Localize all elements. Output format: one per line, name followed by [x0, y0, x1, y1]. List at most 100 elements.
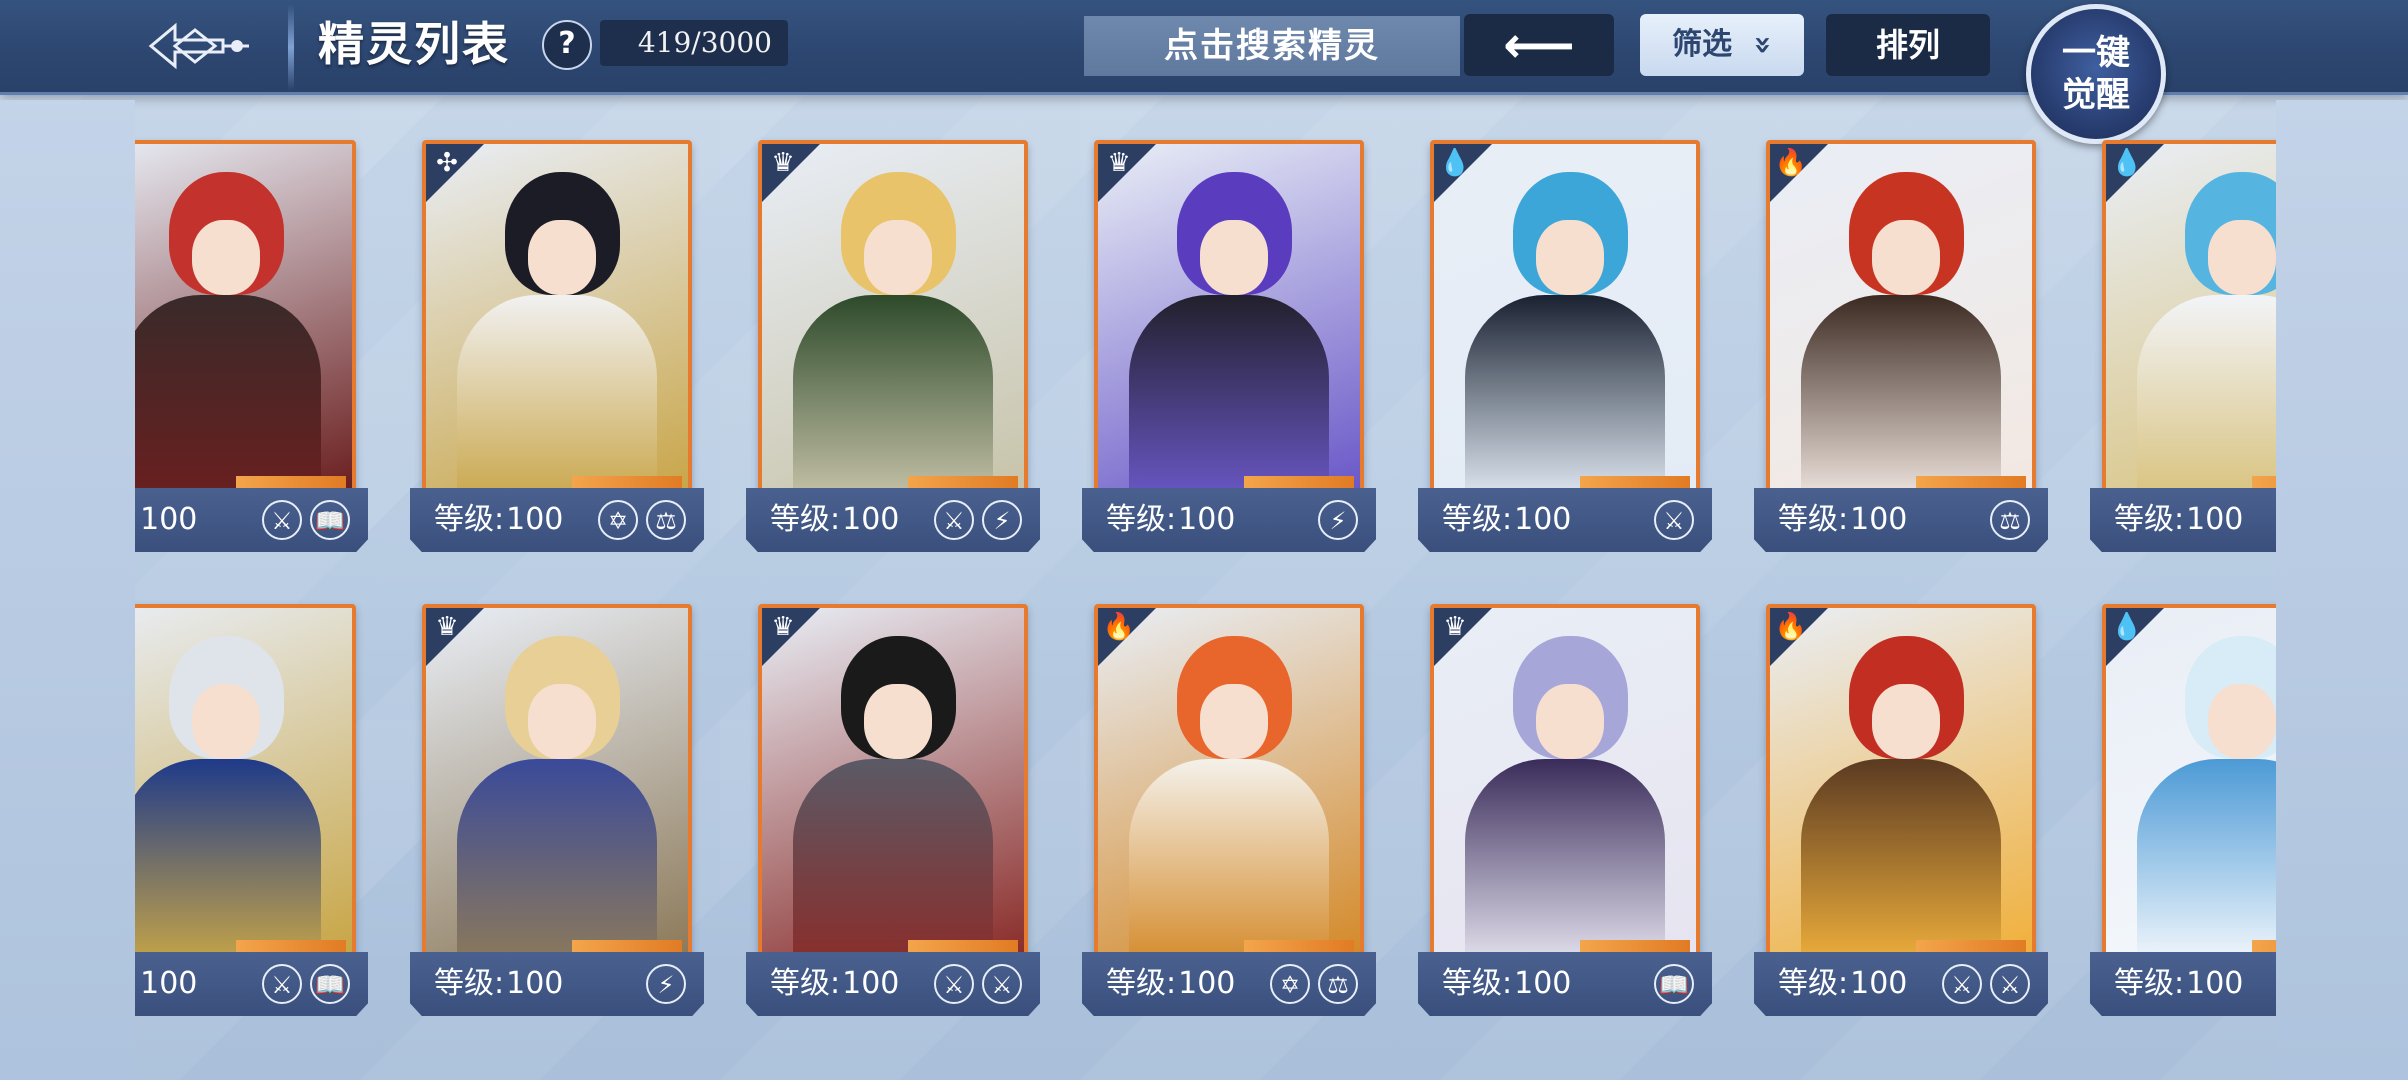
portrait-body [121, 759, 321, 952]
shadow-icon: ♛ [771, 612, 795, 642]
card-info-bar: 等级:100 ⚔ ⚔ [1754, 952, 2048, 1016]
water-icon: 💧 [2110, 148, 2144, 178]
class-icon: ⚡ [982, 500, 1022, 540]
back-crest-icon [148, 22, 249, 70]
filter-label: 筛选 [1672, 27, 1733, 62]
level-text: 等级:100 [1778, 496, 1907, 544]
portrait-face [192, 683, 261, 760]
level-text: 等级:100 [1106, 960, 1235, 1008]
card-frame: ♛ [1430, 604, 1700, 956]
class-icons: ⚔ ⚔ [934, 958, 1022, 1010]
card-frame: ✣ [422, 140, 692, 492]
card-info-bar: 等级:100 ⚡ [410, 952, 704, 1016]
portrait-body [1465, 759, 1665, 952]
class-icon: ⚡ [646, 964, 686, 1004]
level-value: 100 [1514, 966, 1572, 1001]
rarity-strip [1244, 940, 1354, 952]
portrait-face [864, 219, 933, 296]
card-frame: 💧 [1430, 140, 1700, 492]
card-info-bar: 等级:100 ⚔ ⚡ [746, 488, 1040, 552]
class-icon: ⚔ [934, 500, 974, 540]
portrait-body [457, 759, 657, 952]
help-button[interactable]: ? [542, 20, 592, 70]
portrait-face [2208, 219, 2277, 296]
spirit-card[interactable]: ✣ 等级:100 ✡ ⚖ [410, 140, 704, 558]
rarity-strip [572, 476, 682, 488]
sort-button[interactable]: 排列 [1826, 14, 1990, 76]
portrait-face [2208, 683, 2277, 760]
search-input[interactable]: 点击搜索精灵 [1084, 16, 1460, 76]
card-frame: 🔥 [1766, 140, 2036, 492]
card-frame: ♛ [422, 604, 692, 956]
card-info-bar: 等级:100 ✡ ⚖ [410, 488, 704, 552]
portrait-face [1200, 219, 1269, 296]
level-label: 等级: [1778, 502, 1849, 537]
page-title: 精灵列表 [318, 17, 510, 71]
rarity-strip [236, 476, 346, 488]
class-icon: ⚖ [1318, 964, 1358, 1004]
card-frame: ♛ [758, 140, 1028, 492]
card-info-bar: 等级:100 ✡ ⚖ [1082, 952, 1376, 1016]
spirit-card[interactable]: 🔥 等级:100 ⚔ ⚔ [1754, 604, 2048, 1022]
level-label: 等级: [434, 966, 505, 1001]
level-text: 等级:100 [1442, 496, 1571, 544]
class-icons: ⚡ [646, 958, 686, 1010]
level-value: 100 [1178, 502, 1236, 537]
back-button[interactable] [140, 10, 260, 82]
shadow-icon: ♛ [771, 148, 795, 178]
level-text: 等级:100 [2114, 496, 2243, 544]
portrait-body [793, 759, 993, 952]
class-icon: ⚔ [262, 500, 302, 540]
portrait-face [528, 683, 597, 760]
shadow-icon: ♛ [435, 612, 459, 642]
level-text: 等级:100 [434, 960, 563, 1008]
rarity-strip [908, 940, 1018, 952]
class-icons: ⚔ [1654, 494, 1694, 546]
level-value: 100 [842, 502, 900, 537]
card-info-bar: 等级:100 ⚔ [1418, 488, 1712, 552]
portrait-face [192, 219, 261, 296]
portrait-face [1872, 683, 1941, 760]
portrait-body [1801, 295, 2001, 488]
class-icon: ⚔ [1990, 964, 2030, 1004]
level-label: 等级: [1106, 502, 1177, 537]
level-value: 100 [506, 966, 564, 1001]
class-icon: 📖 [310, 500, 350, 540]
level-label: 等级: [1106, 966, 1177, 1001]
awaken-label: 一键觉醒 [2062, 33, 2130, 115]
class-icons: ⚖ [1990, 494, 2030, 546]
class-icons: ✡ ⚖ [598, 494, 686, 546]
spirit-card[interactable]: ♛ 等级:100 📖 [1418, 604, 1712, 1022]
clear-search-button[interactable]: ⟵ [1464, 14, 1614, 76]
filter-button[interactable]: 筛选 » [1640, 14, 1804, 76]
rarity-strip [1580, 476, 1690, 488]
level-text: 等级:100 [434, 496, 563, 544]
grid-right-edge [2276, 100, 2408, 1080]
level-value: 100 [1178, 966, 1236, 1001]
class-icons: ⚔ 📖 [262, 958, 350, 1010]
water-icon: 💧 [2110, 612, 2144, 642]
spirit-card[interactable]: 🔥 等级:100 ✡ ⚖ [1082, 604, 1376, 1022]
spirit-card[interactable]: ♛ 等级:100 ⚡ [1082, 140, 1376, 558]
class-icon: ⚔ [262, 964, 302, 1004]
spirit-count: 419/3000 [600, 20, 788, 66]
spirit-card[interactable]: ♛ 等级:100 ⚡ [410, 604, 704, 1022]
water-icon: 💧 [1438, 148, 1472, 178]
spirit-card[interactable]: 💧 等级:100 ⚔ [1418, 140, 1712, 558]
portrait-face [864, 683, 933, 760]
rarity-strip [1244, 476, 1354, 488]
spirit-card[interactable]: ♛ 等级:100 ⚔ ⚡ [746, 140, 1040, 558]
portrait-face [1536, 683, 1605, 760]
portrait-face [1872, 219, 1941, 296]
level-label: 等级: [2114, 966, 2185, 1001]
chevron-down-icon: » [1745, 35, 1781, 55]
one-click-awaken-button[interactable]: 一键觉醒 [2026, 4, 2166, 144]
spirit-card[interactable]: ♛ 等级:100 ⚔ ⚔ [746, 604, 1040, 1022]
rarity-strip [572, 940, 682, 952]
class-icons: ✡ ⚖ [1270, 958, 1358, 1010]
neutral-icon: ✣ [436, 148, 458, 178]
spirit-card[interactable]: 🔥 等级:100 ⚖ [1754, 140, 2048, 558]
portrait-body [457, 295, 657, 488]
card-info-bar: 等级:100 📖 [1418, 952, 1712, 1016]
shadow-icon: ♛ [1107, 148, 1131, 178]
